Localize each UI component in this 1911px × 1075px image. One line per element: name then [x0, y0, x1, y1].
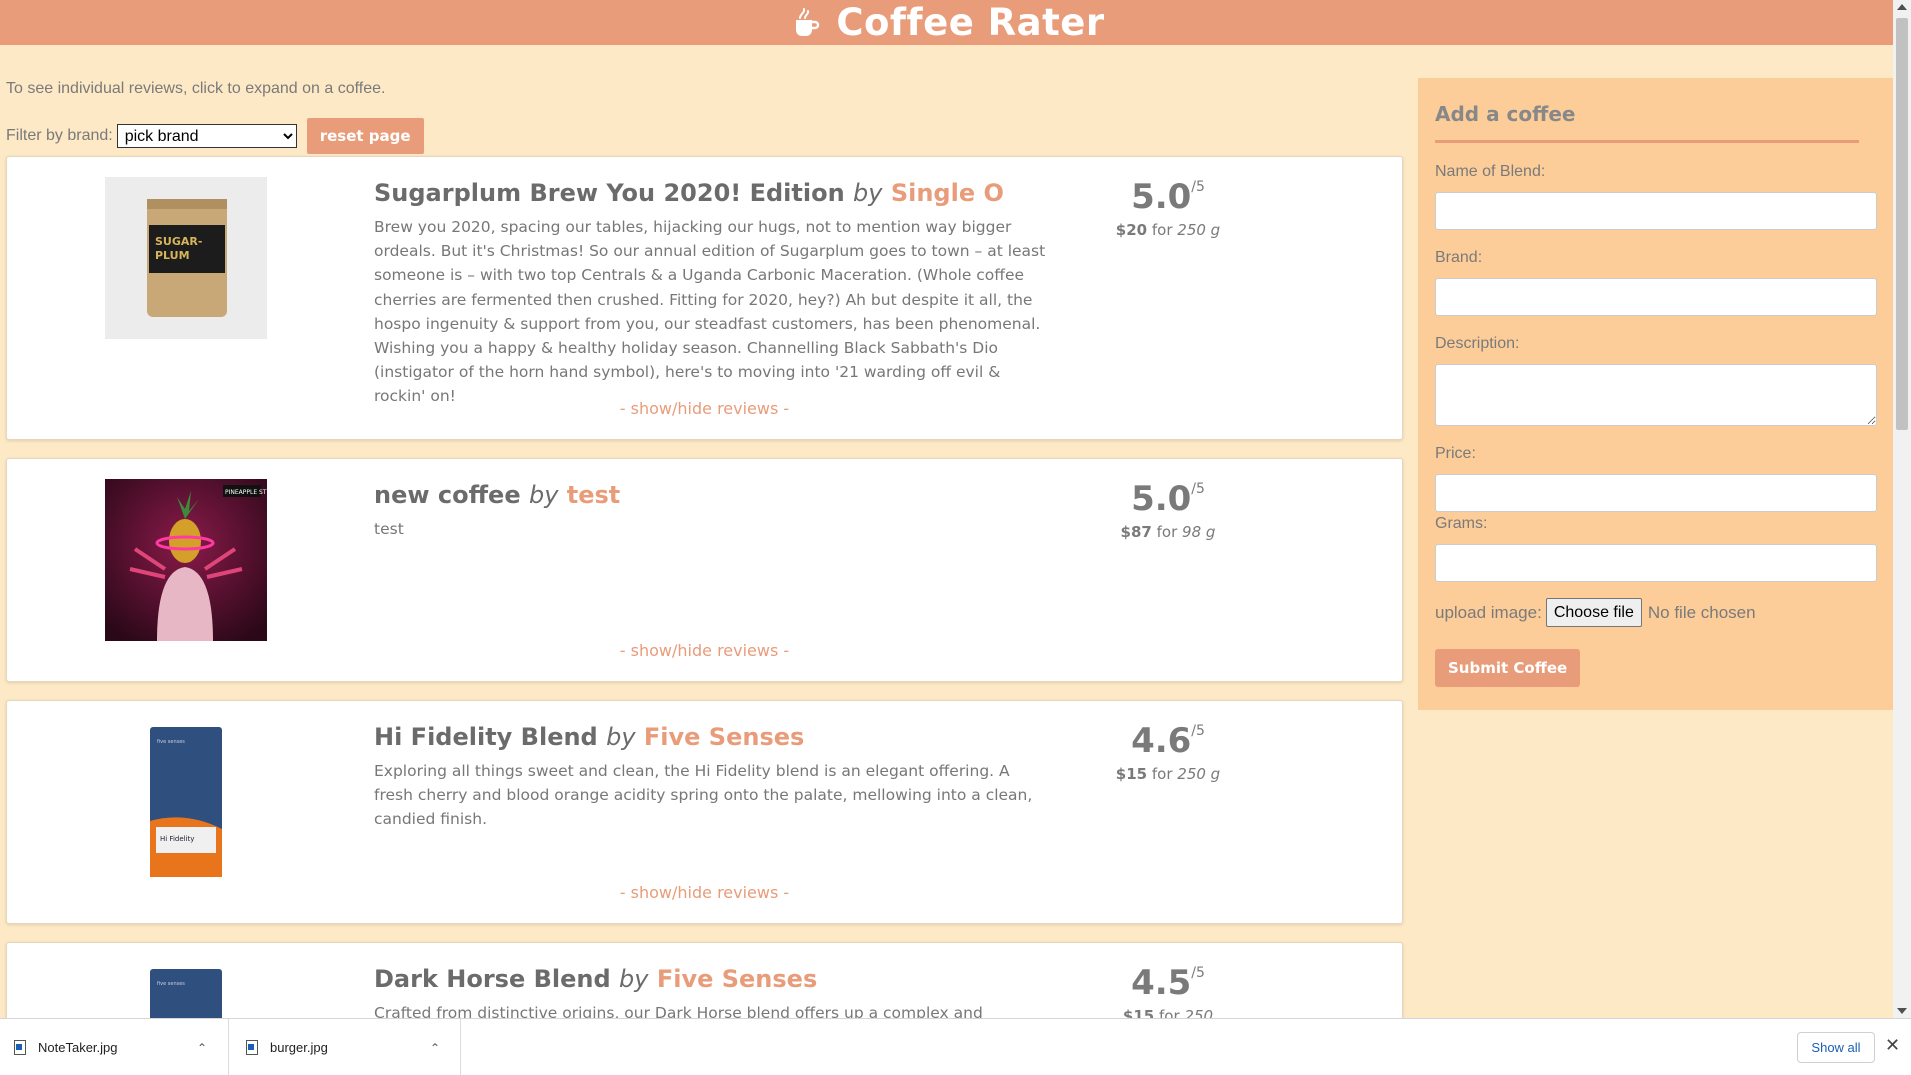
by-label: by [853, 179, 883, 207]
upload-image-row: upload image: Choose file No file chosen [1435, 598, 1756, 627]
coffee-price: $20 for 250 g [1115, 221, 1221, 239]
scroll-up-icon[interactable] [1897, 4, 1907, 10]
coffee-title: Dark Horse Blend by Five Senses [374, 965, 1047, 993]
show-all-button[interactable]: Show all [1797, 1032, 1875, 1063]
chevron-up-icon[interactable]: ⌃ [430, 1041, 440, 1055]
download-divider [460, 1019, 461, 1075]
close-icon[interactable]: ✕ [1885, 1035, 1900, 1056]
sugarplum-coffee-bag-image: SUGAR- PLUM [105, 177, 267, 339]
coffee-name: Sugarplum Brew You 2020! Edition [374, 179, 845, 207]
show-hide-reviews-link[interactable]: - show/hide reviews - [7, 883, 1402, 902]
name-of-blend-label: Name of Blend: [1435, 163, 1546, 180]
add-coffee-title: Add a coffee [1435, 102, 1859, 143]
grams-input[interactable] [1435, 544, 1877, 582]
price-input[interactable] [1435, 474, 1877, 512]
coffee-rating: 4.5/5 $15 for 250 [1107, 963, 1229, 1025]
rating-out-of: /5 [1191, 723, 1205, 739]
by-label: by [606, 723, 636, 751]
coffee-brand: test [566, 481, 621, 509]
coffee-description: test [374, 520, 404, 538]
coffee-price: $15 for 250 g [1115, 765, 1221, 783]
submit-coffee-button[interactable]: Submit Coffee [1435, 649, 1581, 687]
show-hide-reviews-link[interactable]: - show/hide reviews - [7, 399, 1402, 418]
upload-image-label: upload image: [1435, 602, 1542, 622]
bag-label: Hi Fidelity [160, 835, 194, 843]
coffee-description: Brew you 2020, spacing our tables, hijac… [374, 218, 1046, 406]
coffee-rating: 5.0/5 $87 for 98 g [1107, 479, 1229, 541]
coffee-price: $87 for 98 g [1120, 523, 1216, 541]
brand-label: Brand: [1435, 249, 1483, 266]
scroll-down-icon[interactable] [1897, 1008, 1907, 1014]
page-scrollbar[interactable] [1893, 0, 1911, 1018]
coffee-rating: 5.0/5 $20 for 250 g [1107, 177, 1229, 239]
coffee-brand: Five Senses [643, 723, 805, 751]
rating-out-of: /5 [1191, 481, 1205, 497]
description-input[interactable] [1435, 364, 1877, 426]
grams-label: Grams: [1435, 515, 1488, 532]
coffee-name: new coffee [374, 481, 521, 509]
coffee-rating: 4.6/5 $15 for 250 g [1107, 721, 1229, 783]
coffee-title: new coffee by test [374, 481, 1047, 509]
chevron-up-icon[interactable]: ⌃ [197, 1041, 207, 1055]
image-file-icon [246, 1040, 258, 1055]
coffee-name: Dark Horse Blend [374, 965, 611, 993]
brand-select[interactable]: pick brand [116, 124, 297, 148]
app-header: Coffee Rater [0, 0, 1893, 45]
rating-score: 5.0/5 [1131, 479, 1205, 519]
coffee-description: Exploring all things sweet and clean, th… [374, 762, 1033, 829]
brand-input[interactable] [1435, 278, 1877, 316]
hi-fidelity-coffee-bag-image: Hi Fidelity five senses [105, 721, 267, 883]
filter-label: Filter by brand: [6, 127, 113, 144]
bag-brand-label: five senses [157, 981, 185, 987]
show-hide-reviews-link[interactable]: - show/hide reviews - [7, 641, 1402, 660]
intro-text: To see individual reviews, click to expa… [6, 80, 386, 97]
brand-filter: Filter by brand: pick brand reset page [6, 118, 424, 154]
download-bar: NoteTaker.jpg ⌃ burger.jpg ⌃ Show all ✕ [0, 1018, 1911, 1075]
add-coffee-panel: Add a coffee Name of Blend: Brand: Descr… [1418, 78, 1893, 710]
pineapple-statue-image: PINEAPPLE ST [105, 479, 267, 641]
by-label: by [528, 481, 559, 509]
description-label: Description: [1435, 335, 1520, 352]
coffee-brand: Five Senses [656, 965, 818, 993]
rating-out-of: /5 [1191, 179, 1205, 195]
rating-score: 4.6/5 [1131, 721, 1205, 761]
coffee-cup-hand-icon [796, 7, 820, 36]
bag-brand-label: five senses [157, 739, 185, 745]
download-item[interactable]: burger.jpg ⌃ [246, 1019, 446, 1075]
image-file-icon [14, 1040, 26, 1055]
bag-label-line1: SUGAR- [155, 235, 202, 248]
rating-score: 5.0/5 [1131, 177, 1205, 217]
no-file-chosen-text: No file chosen [1647, 602, 1756, 622]
rating-out-of: /5 [1191, 965, 1205, 981]
coffee-name: Hi Fidelity Blend [374, 723, 598, 751]
choose-file-button[interactable]: Choose file [1545, 598, 1642, 627]
name-of-blend-input[interactable] [1435, 192, 1877, 230]
download-divider [228, 1019, 229, 1075]
by-label: by [619, 965, 649, 993]
coffee-card[interactable]: PINEAPPLE ST new coffee by test test 5.0… [6, 458, 1403, 682]
reset-page-button[interactable]: reset page [306, 118, 424, 154]
coffee-title: Sugarplum Brew You 2020! Edition by Sing… [374, 179, 1047, 207]
scroll-thumb[interactable] [1896, 18, 1908, 430]
price-label: Price: [1435, 445, 1476, 462]
coffee-card[interactable]: SUGAR- PLUM Sugarplum Brew You 2020! Edi… [6, 156, 1403, 440]
bag-label-line2: PLUM [155, 249, 190, 262]
pineapple-label: PINEAPPLE ST [225, 489, 267, 496]
download-item[interactable]: NoteTaker.jpg ⌃ [14, 1019, 214, 1075]
coffee-brand: Single O [890, 179, 1004, 207]
coffee-card[interactable]: Hi Fidelity five senses Hi Fidelity Blen… [6, 700, 1403, 924]
download-filename: burger.jpg [270, 1040, 328, 1055]
coffee-title: Hi Fidelity Blend by Five Senses [374, 723, 1047, 751]
download-filename: NoteTaker.jpg [38, 1040, 118, 1055]
rating-score: 4.5/5 [1131, 963, 1205, 1003]
app-title: Coffee Rater [836, 1, 1105, 44]
